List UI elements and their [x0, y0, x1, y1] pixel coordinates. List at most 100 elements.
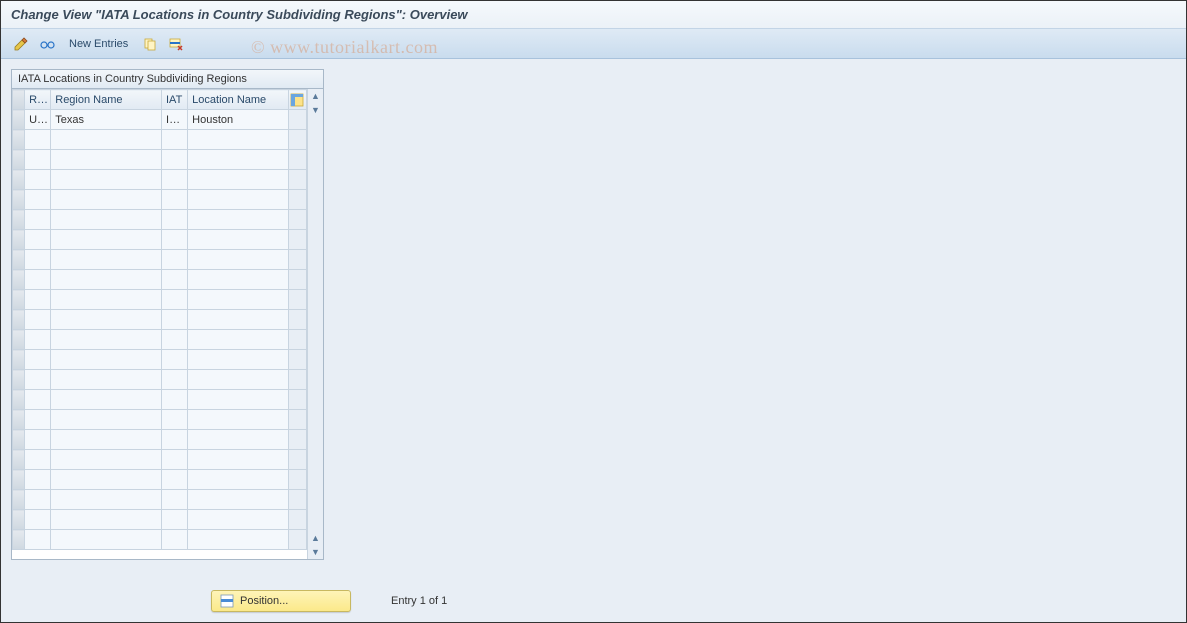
cell-iat[interactable]: [162, 530, 188, 550]
row-selector[interactable]: [13, 250, 25, 270]
cell-location-name[interactable]: [188, 470, 289, 490]
cell-location-name[interactable]: [188, 210, 289, 230]
cell-location-name[interactable]: [188, 370, 289, 390]
cell-region-name[interactable]: [51, 350, 162, 370]
position-button[interactable]: Position...: [211, 590, 351, 612]
cell-region-name[interactable]: [51, 290, 162, 310]
row-selector[interactable]: [13, 410, 25, 430]
cell-region-name[interactable]: Texas: [51, 110, 162, 130]
table-row[interactable]: [13, 250, 307, 270]
cell-location-name[interactable]: [188, 510, 289, 530]
vertical-scrollbar[interactable]: ▲ ▼ ▲ ▼: [307, 89, 323, 559]
row-selector[interactable]: [13, 330, 25, 350]
cell-reg[interactable]: [25, 230, 51, 250]
cell-region-name[interactable]: [51, 210, 162, 230]
table-row[interactable]: [13, 290, 307, 310]
cell-iat[interactable]: [162, 250, 188, 270]
row-selector[interactable]: [13, 510, 25, 530]
row-selector[interactable]: [13, 290, 25, 310]
cell-reg[interactable]: [25, 470, 51, 490]
scroll-up-step-icon[interactable]: ▲: [309, 531, 323, 545]
cell-iat[interactable]: [162, 450, 188, 470]
cell-reg[interactable]: [25, 190, 51, 210]
cell-region-name[interactable]: [51, 370, 162, 390]
table-config-button[interactable]: [288, 90, 306, 110]
cell-location-name[interactable]: Houston: [188, 110, 289, 130]
row-selector[interactable]: [13, 310, 25, 330]
cell-region-name[interactable]: [51, 250, 162, 270]
cell-region-name[interactable]: [51, 510, 162, 530]
cell-reg[interactable]: [25, 310, 51, 330]
cell-location-name[interactable]: [188, 530, 289, 550]
cell-location-name[interactable]: [188, 170, 289, 190]
cell-region-name[interactable]: [51, 310, 162, 330]
table-row[interactable]: [13, 310, 307, 330]
delete-button[interactable]: [166, 34, 186, 54]
cell-region-name[interactable]: [51, 530, 162, 550]
col-header-reg[interactable]: Reg: [25, 90, 51, 110]
table-row[interactable]: [13, 530, 307, 550]
col-header-iat[interactable]: IAT: [162, 90, 188, 110]
cell-reg[interactable]: [25, 130, 51, 150]
cell-iat[interactable]: [162, 430, 188, 450]
table-row[interactable]: [13, 370, 307, 390]
cell-reg[interactable]: [25, 370, 51, 390]
cell-reg[interactable]: [25, 390, 51, 410]
cell-reg[interactable]: UTX: [25, 110, 51, 130]
cell-reg[interactable]: [25, 410, 51, 430]
table-row[interactable]: UTXTexasIAHHouston: [13, 110, 307, 130]
row-selector[interactable]: [13, 470, 25, 490]
table-row[interactable]: [13, 510, 307, 530]
cell-reg[interactable]: [25, 530, 51, 550]
table-row[interactable]: [13, 230, 307, 250]
cell-reg[interactable]: [25, 510, 51, 530]
cell-reg[interactable]: [25, 450, 51, 470]
table-row[interactable]: [13, 350, 307, 370]
cell-reg[interactable]: [25, 290, 51, 310]
cell-reg[interactable]: [25, 350, 51, 370]
cell-reg[interactable]: [25, 330, 51, 350]
cell-reg[interactable]: [25, 270, 51, 290]
cell-location-name[interactable]: [188, 350, 289, 370]
find-button[interactable]: [37, 34, 57, 54]
table-row[interactable]: [13, 270, 307, 290]
cell-location-name[interactable]: [188, 450, 289, 470]
cell-iat[interactable]: [162, 350, 188, 370]
row-selector[interactable]: [13, 130, 25, 150]
table-row[interactable]: [13, 130, 307, 150]
cell-iat[interactable]: [162, 410, 188, 430]
table-row[interactable]: [13, 450, 307, 470]
row-selector[interactable]: [13, 370, 25, 390]
cell-region-name[interactable]: [51, 130, 162, 150]
cell-location-name[interactable]: [188, 310, 289, 330]
row-selector[interactable]: [13, 530, 25, 550]
cell-region-name[interactable]: [51, 390, 162, 410]
table-row[interactable]: [13, 330, 307, 350]
cell-reg[interactable]: [25, 210, 51, 230]
cell-iat[interactable]: [162, 190, 188, 210]
row-selector[interactable]: [13, 190, 25, 210]
cell-location-name[interactable]: [188, 390, 289, 410]
cell-reg[interactable]: [25, 430, 51, 450]
cell-reg[interactable]: [25, 490, 51, 510]
cell-location-name[interactable]: [188, 270, 289, 290]
cell-region-name[interactable]: [51, 170, 162, 190]
cell-iat[interactable]: [162, 150, 188, 170]
cell-region-name[interactable]: [51, 450, 162, 470]
row-selector[interactable]: [13, 490, 25, 510]
cell-region-name[interactable]: [51, 150, 162, 170]
row-selector[interactable]: [13, 230, 25, 250]
col-header-location-name[interactable]: Location Name: [188, 90, 289, 110]
cell-reg[interactable]: [25, 250, 51, 270]
cell-location-name[interactable]: [188, 190, 289, 210]
scroll-down-step-icon[interactable]: ▼: [309, 103, 323, 117]
scroll-up-arrow-icon[interactable]: ▲: [309, 89, 323, 103]
cell-reg[interactable]: [25, 170, 51, 190]
table-row[interactable]: [13, 490, 307, 510]
cell-iat[interactable]: [162, 230, 188, 250]
cell-iat[interactable]: [162, 170, 188, 190]
cell-location-name[interactable]: [188, 150, 289, 170]
row-selector[interactable]: [13, 150, 25, 170]
cell-iat[interactable]: [162, 370, 188, 390]
table-row[interactable]: [13, 470, 307, 490]
